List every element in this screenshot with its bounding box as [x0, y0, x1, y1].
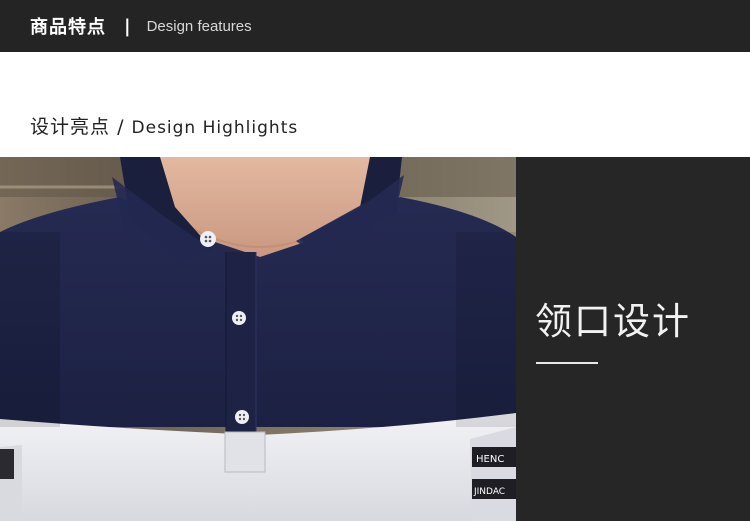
feature-title: 领口设计 — [535, 300, 691, 343]
feature-divider — [536, 362, 598, 364]
feature-panel: 领口设计 — [516, 157, 750, 521]
header-title-en: Design features — [146, 17, 252, 35]
collar-detail-photo: HENC JINDAC — [0, 157, 516, 521]
sleeve-text-lower: JINDAC — [473, 487, 505, 497]
sleeve-text-upper: HENC — [476, 454, 504, 465]
header-bar: 商品特点 | Design features — [0, 0, 750, 52]
header-separator: | — [124, 15, 131, 37]
section-title: 设计亮点 / Design Highlights — [30, 112, 298, 139]
section-title-cn: 设计亮点 — [30, 116, 111, 138]
section-title-separator: / — [117, 116, 125, 138]
header-title-cn: 商品特点 — [30, 17, 106, 38]
section-title-en: Design Highlights — [131, 118, 299, 138]
